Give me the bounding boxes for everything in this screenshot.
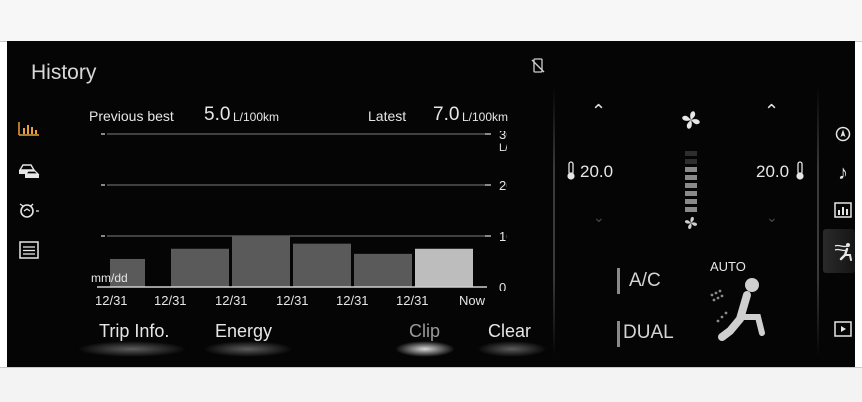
history-chart-icon[interactable] xyxy=(15,116,43,140)
y-tick-label: 30 xyxy=(499,131,507,142)
tab-energy[interactable]: Energy xyxy=(215,321,272,342)
chart-bar xyxy=(232,236,290,287)
x-tick-label: 12/31 xyxy=(154,293,187,308)
y-unit-label: L/100km xyxy=(499,142,507,154)
chart-bar xyxy=(354,253,412,287)
fan-level-bar xyxy=(685,175,697,180)
page-title: History xyxy=(31,61,97,84)
fan-level-bar xyxy=(685,151,697,156)
latest-unit: L/100km xyxy=(462,110,509,124)
y-tick-label: 0 xyxy=(499,280,506,291)
ac-button[interactable]: A/C xyxy=(629,270,661,292)
bottom-margin-band xyxy=(0,367,862,402)
previous-best-unit: L/100km xyxy=(233,110,280,124)
tab-glow xyxy=(77,341,187,357)
x-tick-label: 12/31 xyxy=(396,293,429,308)
previous-best-label: Previous best xyxy=(89,108,174,124)
fan-level-bar xyxy=(685,183,697,188)
top-margin-band xyxy=(0,0,862,42)
fuel-history-chart: 0 10 20 30L/100km mm/dd xyxy=(91,131,507,291)
climate-seat-icon[interactable] xyxy=(831,239,855,263)
chart-bar xyxy=(293,243,351,287)
clear-button[interactable]: Clear xyxy=(488,321,531,342)
passenger-temp-down-button[interactable]: ⌄ xyxy=(766,209,778,226)
latest-label: Latest xyxy=(368,108,407,124)
ac-indicator xyxy=(617,268,620,294)
previous-best-value: 5.0 xyxy=(204,104,231,125)
passenger-thermometer-icon xyxy=(794,161,806,181)
driver-temp-down-button[interactable]: ⌄ xyxy=(593,209,605,226)
x-unit-label: mm/dd xyxy=(91,271,128,285)
panel-divider xyxy=(553,87,555,357)
fan-level-bar xyxy=(685,159,697,164)
head-unit-screen: History Previous best 5.0 L/100km Latest… xyxy=(7,41,855,367)
media-icon[interactable] xyxy=(831,317,855,341)
phone-disconnected-icon xyxy=(531,58,545,74)
dual-indicator xyxy=(617,321,620,347)
x-tick-label: 12/31 xyxy=(95,293,128,308)
driver-temp-up-button[interactable]: ⌃ xyxy=(591,101,606,122)
fan-up-icon[interactable] xyxy=(678,107,704,133)
x-tick-label-now: Now xyxy=(459,293,486,308)
x-tick-label: 12/31 xyxy=(276,293,309,308)
y-tick-label: 20 xyxy=(499,178,507,193)
tab-trip-info[interactable]: Trip Info. xyxy=(99,321,169,342)
panel-divider xyxy=(817,87,819,357)
x-tick-label: 12/31 xyxy=(215,293,248,308)
x-tick-label: 12/31 xyxy=(336,293,369,308)
fan-level-bar xyxy=(685,191,697,196)
eco-icon[interactable] xyxy=(15,198,43,222)
passenger-temp-up-button[interactable]: ⌃ xyxy=(764,101,779,122)
music-note-icon[interactable]: ♪ xyxy=(831,161,855,185)
fan-level-bar xyxy=(685,207,697,212)
tab-glow xyxy=(203,341,293,357)
latest-value: 7.0 xyxy=(433,104,460,125)
chart-bar xyxy=(415,248,473,287)
fan-level-bar xyxy=(685,199,697,204)
fan-level-bar xyxy=(685,167,697,172)
y-tick-label: 10 xyxy=(499,229,507,244)
fan-down-icon[interactable] xyxy=(682,214,700,232)
info-chart-icon[interactable] xyxy=(831,198,855,222)
auto-label: AUTO xyxy=(710,259,746,274)
list-icon[interactable] xyxy=(15,238,43,262)
chart-bar xyxy=(171,248,229,287)
navigation-icon[interactable] xyxy=(831,122,855,146)
driver-thermometer-icon xyxy=(565,161,577,181)
passenger-temperature: 20.0 xyxy=(756,162,790,181)
tab-glow xyxy=(395,341,455,357)
driver-temperature: 20.0 xyxy=(580,162,614,181)
vehicle-icon[interactable] xyxy=(15,159,43,183)
tab-glow xyxy=(477,341,547,357)
clip-button[interactable]: Clip xyxy=(409,321,440,342)
dual-button[interactable]: DUAL xyxy=(623,322,674,344)
auto-seat-airflow-icon[interactable] xyxy=(700,273,770,345)
